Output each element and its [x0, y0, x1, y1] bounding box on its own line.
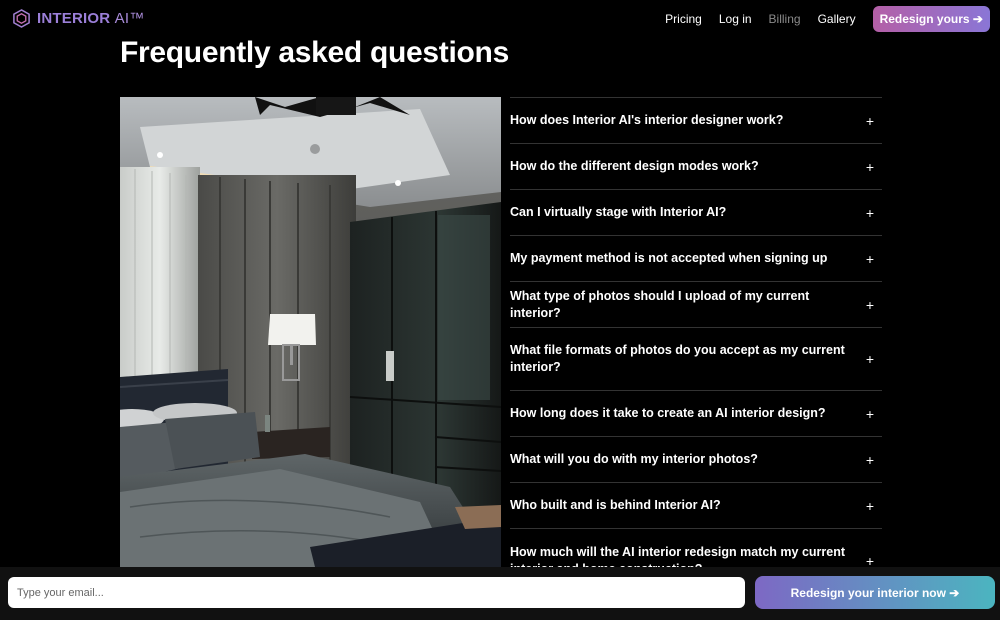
faq-question: My payment method is not accepted when s… — [510, 251, 828, 265]
nav-pricing[interactable]: Pricing — [665, 12, 702, 26]
expand-plus-icon[interactable]: + — [866, 205, 874, 221]
redesign-interior-button[interactable]: Redesign your interior now ➔ — [755, 576, 995, 609]
expand-plus-icon[interactable]: + — [866, 113, 874, 129]
expand-plus-icon[interactable]: + — [866, 452, 874, 468]
faq-question: How does Interior AI's interior designer… — [510, 113, 784, 127]
expand-plus-icon[interactable]: + — [866, 498, 874, 514]
page-title: Frequently asked questions — [120, 36, 509, 69]
faq-question: What type of photos should I upload of m… — [510, 288, 810, 320]
bedroom-illustration — [120, 97, 501, 567]
email-signup-bar: Redesign your interior now ➔ — [0, 567, 1000, 620]
faq-item[interactable]: What file formats of photos do you accep… — [510, 328, 882, 391]
faq-item[interactable]: What will you do with my interior photos… — [510, 437, 882, 483]
faq-question: Can I virtually stage with Interior AI? — [510, 205, 727, 219]
logo-text: INTERIOR AI™ — [37, 10, 145, 27]
expand-plus-icon[interactable]: + — [866, 351, 874, 367]
faq-question: What will you do with my interior photos… — [510, 452, 758, 466]
faq-question: What file formats of photos do you accep… — [510, 343, 845, 374]
faq-item[interactable]: Who built and is behind Interior AI? + — [510, 483, 882, 529]
logo[interactable]: INTERIOR AI™ — [12, 9, 144, 28]
expand-plus-icon[interactable]: + — [866, 159, 874, 175]
faq-item[interactable]: How does Interior AI's interior designer… — [510, 98, 882, 144]
faq-item[interactable]: How do the different design modes work? … — [510, 144, 882, 190]
email-input[interactable] — [8, 577, 745, 608]
expand-plus-icon[interactable]: + — [866, 297, 874, 313]
top-nav: INTERIOR AI™ Pricing Log in Billing Gall… — [0, 0, 1000, 38]
faq-item[interactable]: My payment method is not accepted when s… — [510, 236, 882, 282]
bedroom-image — [120, 97, 501, 567]
faq-item[interactable]: What type of photos should I upload of m… — [510, 282, 882, 328]
faq-question: How long does it take to create an AI in… — [510, 406, 826, 420]
faq-list: How does Interior AI's interior designer… — [510, 97, 882, 593]
redesign-yours-button[interactable]: Redesign yours ➔ — [872, 6, 990, 32]
faq-question: How do the different design modes work? — [510, 159, 759, 173]
faq-item[interactable]: Can I virtually stage with Interior AI? … — [510, 190, 882, 236]
logo-icon — [13, 9, 30, 28]
faq-question: Who built and is behind Interior AI? — [510, 498, 721, 512]
nav-billing[interactable]: Billing — [769, 12, 801, 26]
nav-login[interactable]: Log in — [719, 12, 752, 26]
expand-plus-icon[interactable]: + — [866, 251, 874, 267]
nav-gallery[interactable]: Gallery — [818, 12, 856, 26]
faq-item[interactable]: How long does it take to create an AI in… — [510, 391, 882, 437]
nav-links: Pricing Log in Billing Gallery Redesign … — [648, 6, 990, 32]
expand-plus-icon[interactable]: + — [866, 406, 874, 422]
